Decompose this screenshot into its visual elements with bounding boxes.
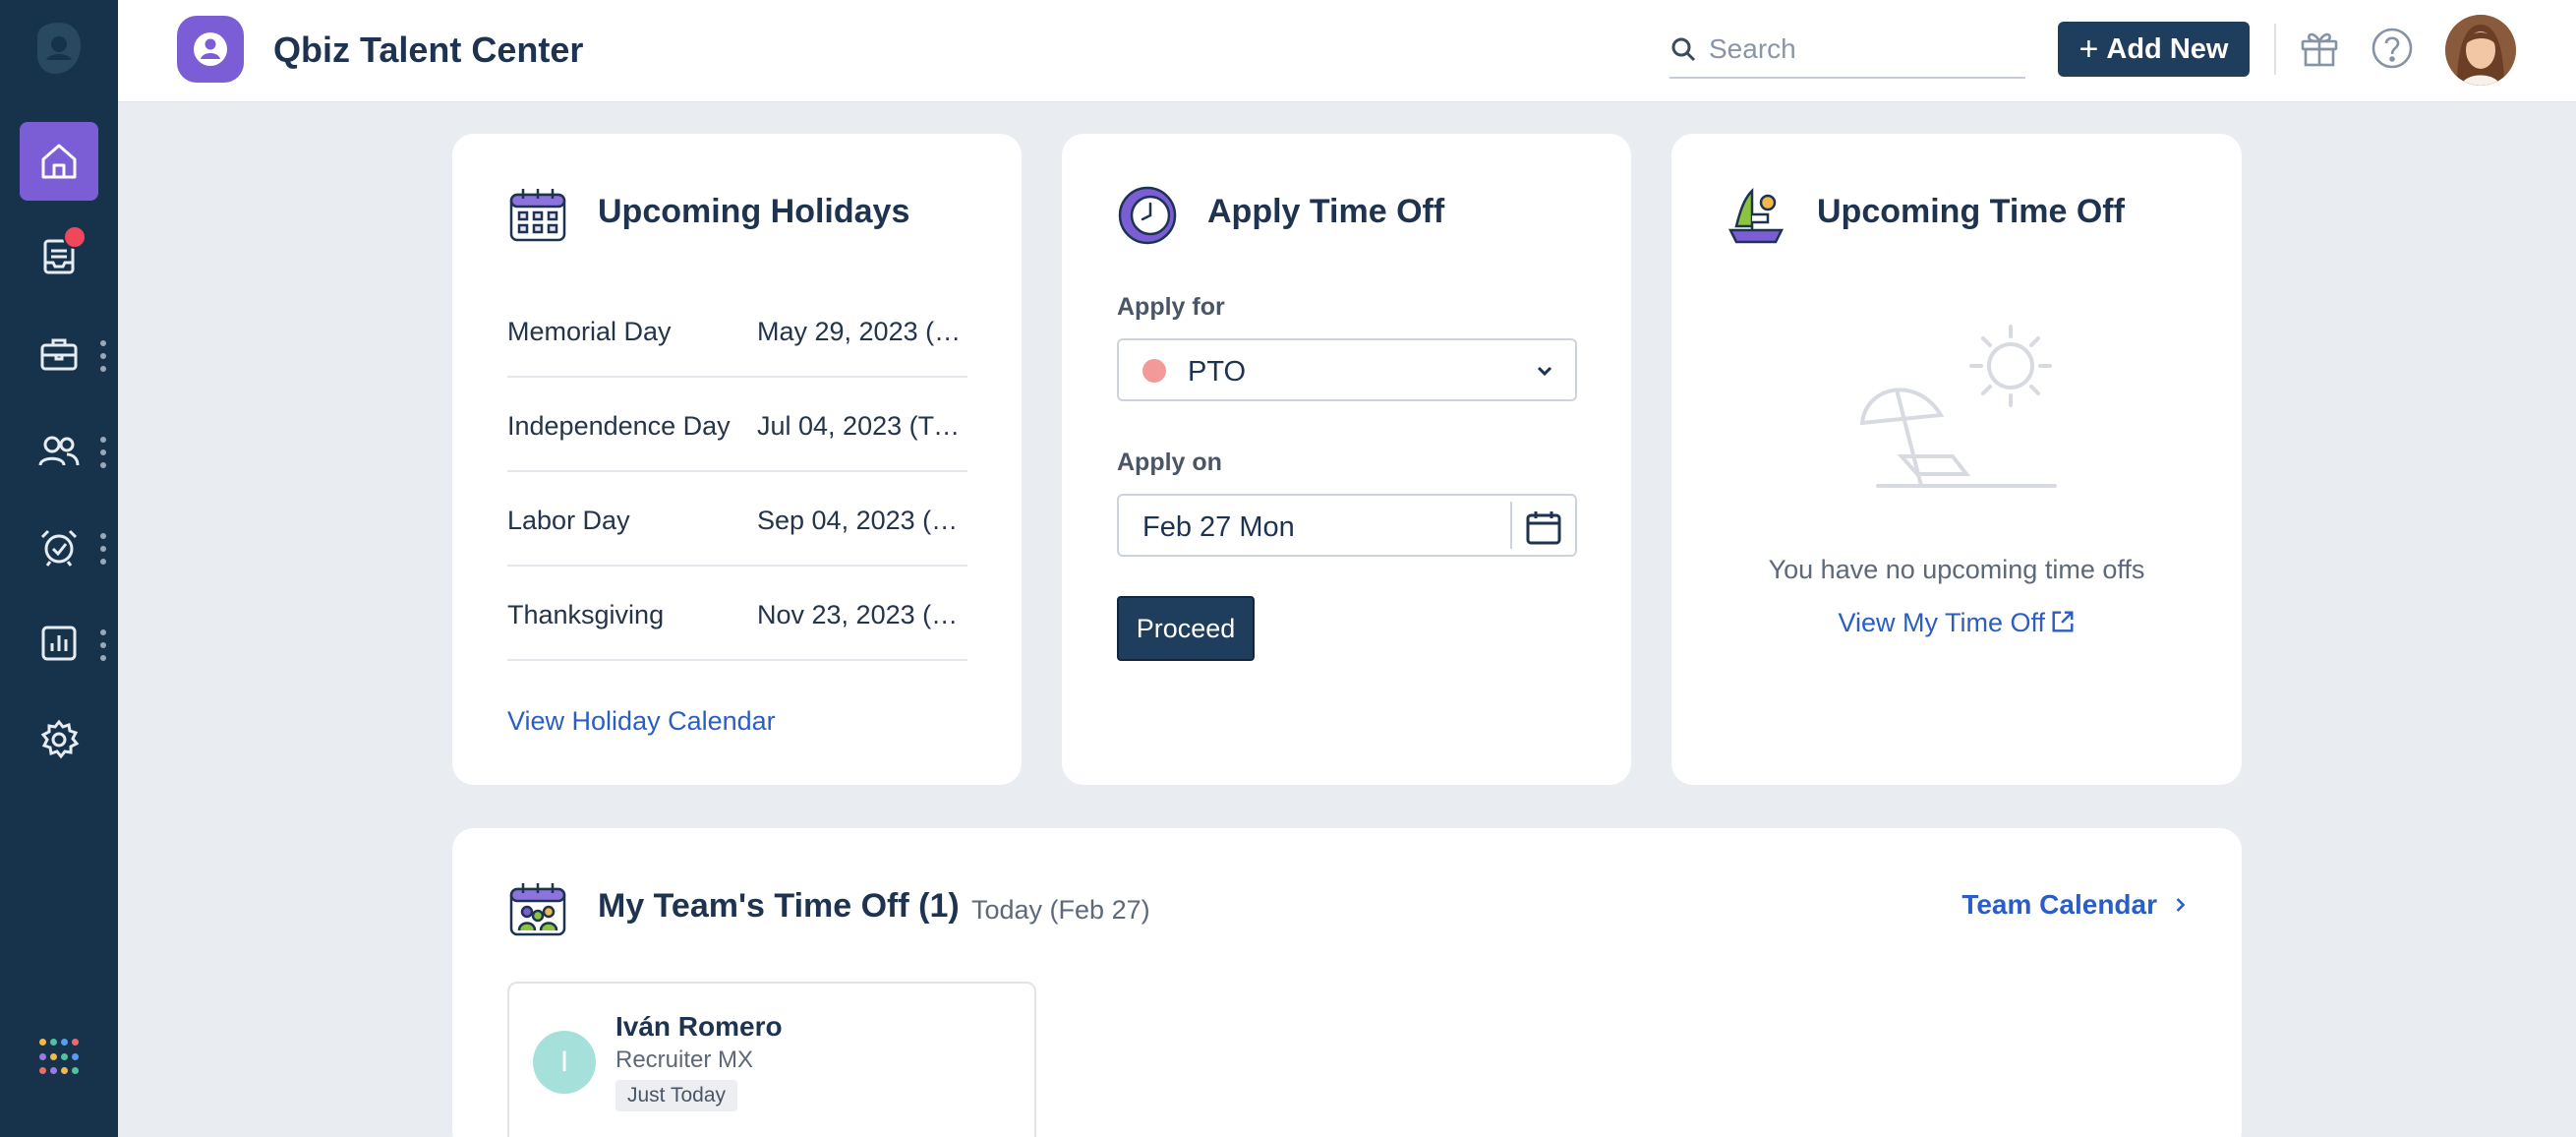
leave-type-color-dot: [1142, 359, 1166, 383]
add-new-label: Add New: [2106, 32, 2229, 65]
search-icon: [1671, 37, 1696, 62]
sidebar-item-settings[interactable]: [20, 700, 98, 779]
team-time-off-card: My Team's Time Off (1) Today (Feb 27) Te…: [452, 828, 2242, 1137]
holiday-date: Sep 04, 2023 (Mon): [757, 506, 967, 535]
apply-time-off-title: Apply Time Off: [1207, 193, 1445, 230]
upcoming-time-off-title: Upcoming Time Off: [1817, 193, 2125, 230]
view-my-time-off-label: View My Time Off: [1838, 608, 2046, 637]
member-role: Recruiter MX: [615, 1047, 754, 1073]
member-name: Iván Romero: [615, 1011, 783, 1042]
app-logo-icon[interactable]: [177, 16, 244, 83]
empty-state-text: You have no upcoming time offs: [1768, 555, 2145, 584]
holidays-title: Upcoming Holidays: [598, 193, 910, 230]
search-box[interactable]: [1669, 22, 2025, 79]
add-new-button[interactable]: + Add New: [2058, 22, 2250, 77]
leave-type-select[interactable]: PTO: [1117, 338, 1577, 401]
home-icon: [41, 144, 77, 179]
holiday-row: Labor Day Sep 04, 2023 (Mon): [507, 472, 967, 567]
beach-umbrella-illustration: [1859, 325, 2057, 488]
alarm-clock-icon: [40, 529, 78, 567]
calendar-icon: [509, 189, 566, 242]
date-field-divider: [1510, 502, 1512, 549]
team-time-off-date: Today (Feb 27): [971, 895, 1150, 925]
holiday-date: May 29, 2023 (Mon): [757, 317, 967, 346]
jobs-more-icon[interactable]: [99, 340, 107, 372]
holiday-name: Labor Day: [507, 506, 630, 535]
team-calendar-label: Team Calendar: [1961, 889, 2157, 920]
plus-icon: +: [2078, 30, 2099, 68]
holiday-date: Jul 04, 2023 (Tue): [757, 411, 967, 441]
top-header: Qbiz Talent Center + Add New: [118, 0, 2576, 102]
calendar-picker-icon[interactable]: [1524, 508, 1563, 547]
apply-time-off-card: Apply Time Off Apply for PTO Apply on Fe…: [1062, 134, 1631, 785]
upcoming-holidays-card: Upcoming Holidays Memorial Day May 29, 2…: [452, 134, 1022, 785]
user-avatar[interactable]: [2445, 15, 2516, 86]
sailboat-icon: [1727, 187, 1785, 244]
notification-badge: [63, 225, 87, 249]
search-input[interactable]: [1709, 30, 2014, 69]
leave-type-value: PTO: [1188, 356, 1247, 388]
app-title: Qbiz Talent Center: [273, 30, 584, 70]
holiday-row: Thanksgiving Nov 23, 2023 (Thu): [507, 567, 967, 661]
holiday-name: Independence Day: [507, 411, 731, 441]
sidebar-item-home[interactable]: [20, 122, 98, 201]
time-off-duration-tag: Just Today: [615, 1080, 738, 1111]
reports-more-icon[interactable]: [99, 629, 107, 661]
holiday-row: Independence Day Jul 04, 2023 (Tue): [507, 378, 967, 472]
holiday-name: Thanksgiving: [507, 600, 665, 629]
team-calendar-link[interactable]: Team Calendar: [1961, 889, 2187, 921]
clock-icon: [1118, 186, 1177, 245]
sidebar-item-time[interactable]: [20, 508, 98, 586]
apply-for-label: Apply for: [1117, 293, 1225, 321]
sidebar-item-reports[interactable]: [20, 604, 98, 683]
team-time-off-title: My Team's Time Off (1): [598, 887, 960, 925]
holiday-name: Memorial Day: [507, 317, 672, 346]
apps-grid-icon[interactable]: [39, 1039, 79, 1078]
chevron-down-icon: [1537, 366, 1552, 377]
holiday-date: Nov 23, 2023 (Thu): [757, 600, 967, 629]
external-link-icon: [2052, 611, 2073, 632]
people-icon: [38, 436, 80, 466]
briefcase-icon: [40, 338, 78, 371]
sidebar-item-inbox[interactable]: [20, 217, 98, 296]
sidebar-item-people[interactable]: [20, 411, 98, 490]
gift-icon[interactable]: [2297, 26, 2342, 71]
sidebar: [0, 0, 118, 1137]
member-avatar: I: [533, 1031, 596, 1094]
sidebar-item-jobs[interactable]: [20, 315, 98, 393]
proceed-button[interactable]: Proceed: [1117, 596, 1255, 661]
date-value: Feb 27 Mon: [1142, 511, 1295, 543]
team-calendar-icon: [509, 883, 566, 936]
people-more-icon[interactable]: [99, 437, 107, 468]
upcoming-time-off-card: Upcoming Time Off You have no upcoming t…: [1671, 134, 2242, 785]
header-divider: [2274, 24, 2276, 75]
help-icon[interactable]: [2370, 26, 2415, 71]
chevron-right-icon: [2176, 898, 2186, 912]
apply-on-label: Apply on: [1117, 449, 1222, 476]
date-field[interactable]: Feb 27 Mon: [1117, 494, 1577, 557]
company-logo-icon[interactable]: [33, 19, 85, 78]
gear-icon: [40, 719, 80, 759]
holiday-row: Memorial Day May 29, 2023 (Mon): [507, 283, 967, 378]
bar-chart-icon: [41, 626, 77, 661]
team-member-card[interactable]: I Iván Romero Recruiter MX Just Today: [507, 982, 1036, 1137]
time-more-icon[interactable]: [99, 533, 107, 565]
view-holiday-calendar-link[interactable]: View Holiday Calendar: [507, 706, 776, 737]
view-my-time-off-link[interactable]: View My Time Off: [1671, 608, 2242, 638]
